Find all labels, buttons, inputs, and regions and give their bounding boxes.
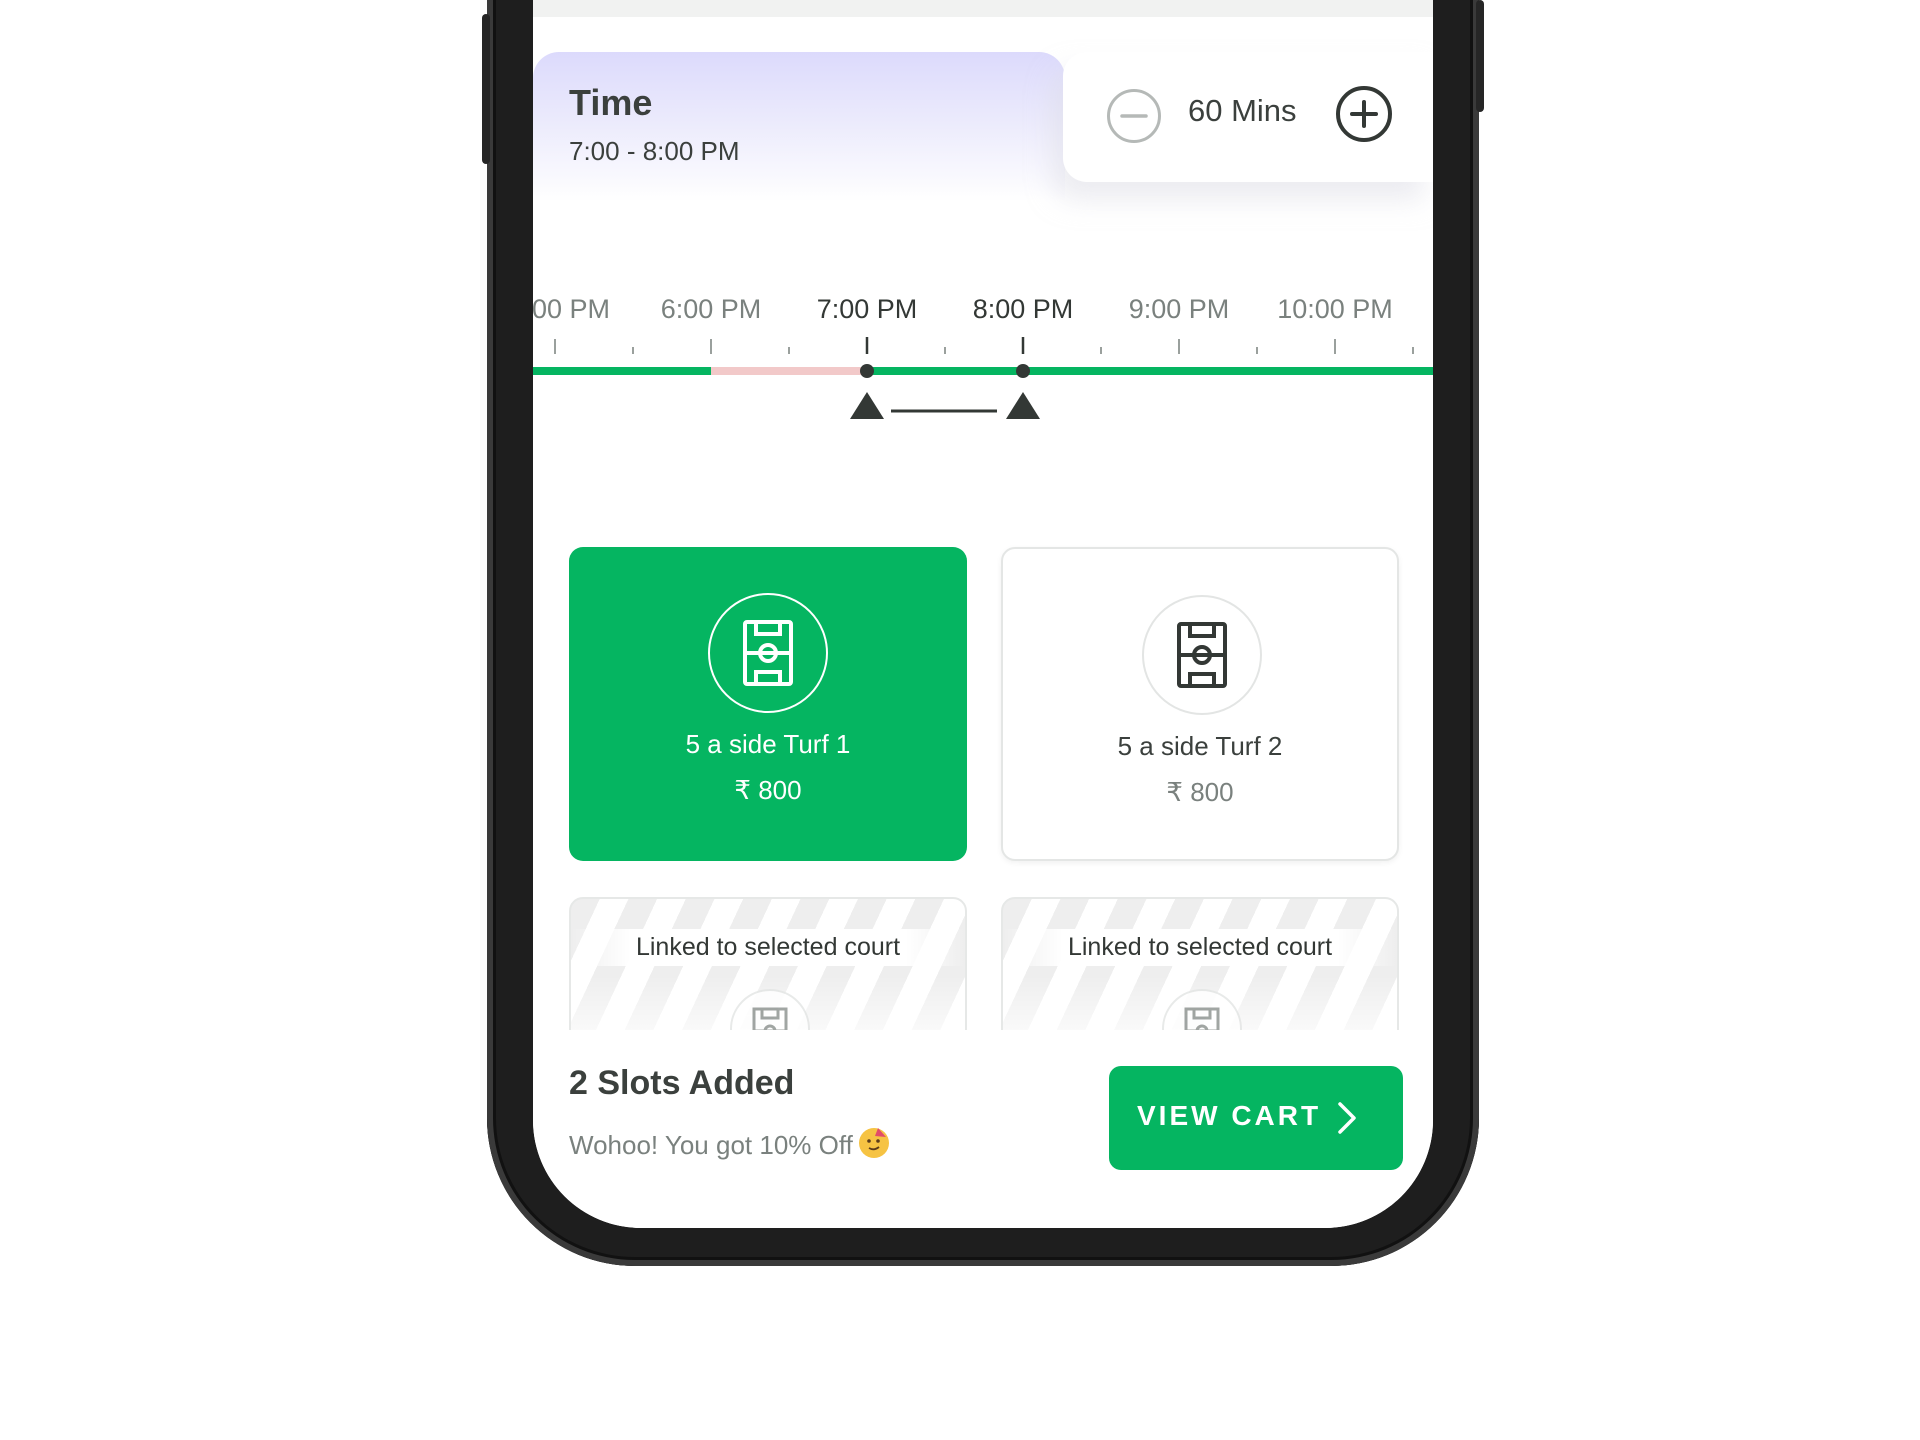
cart-summary-bar: 2 Slots Added Wohoo! You got 10% Off VIE… bbox=[533, 1030, 1433, 1228]
range-start-handle-icon bbox=[850, 392, 884, 419]
phone-side-button-left bbox=[482, 14, 490, 164]
linked-court-label: Linked to selected court bbox=[1003, 929, 1397, 966]
football-field-icon bbox=[1142, 595, 1262, 715]
discount-message: Wohoo! You got 10% Off bbox=[569, 1128, 889, 1161]
party-face-icon bbox=[858, 1128, 889, 1158]
view-cart-label: VIEW CART bbox=[1137, 1100, 1322, 1131]
phone-mockup-stage: Time 7:00 - 8:00 PM 60 Mins 00 PM 6:00 P… bbox=[0, 0, 1920, 1440]
slots-added-title: 2 Slots Added bbox=[569, 1064, 795, 1102]
minus-circle-icon[interactable] bbox=[1107, 89, 1161, 143]
football-field-icon bbox=[708, 593, 828, 713]
available-segment bbox=[533, 367, 711, 375]
time-title: Time bbox=[569, 82, 653, 123]
timeline-track bbox=[533, 337, 1433, 419]
turf-price: ₹ 800 bbox=[1166, 777, 1234, 807]
phone-side-button-right bbox=[1476, 0, 1484, 112]
range-start-dot bbox=[860, 364, 874, 378]
time-range: 7:00 - 8:00 PM bbox=[569, 136, 740, 166]
range-end-dot bbox=[1016, 364, 1030, 378]
linked-court-label: Linked to selected court bbox=[571, 929, 965, 966]
turf-card-1[interactable]: 5 a side Turf 1 ₹ 800 bbox=[569, 547, 967, 861]
top-strip bbox=[533, 0, 1433, 17]
time-header-card bbox=[533, 52, 1065, 202]
chevron-right-icon bbox=[1338, 1102, 1356, 1134]
duration-value: 60 Mins bbox=[1188, 93, 1297, 128]
turf-name: 5 a side Turf 2 bbox=[1117, 731, 1283, 761]
discount-text: Wohoo! You got 10% Off bbox=[569, 1130, 853, 1160]
booked-segment bbox=[711, 367, 867, 375]
plus-circle-icon[interactable] bbox=[1336, 86, 1392, 142]
time-slot-timeline[interactable]: 00 PM 6:00 PM 7:00 PM 8:00 PM 9:00 PM 10… bbox=[533, 270, 1433, 450]
app-screen: Time 7:00 - 8:00 PM 60 Mins 00 PM 6:00 P… bbox=[533, 0, 1433, 1228]
available-segment bbox=[867, 367, 1433, 375]
turf-card-2[interactable]: 5 a side Turf 2 ₹ 800 bbox=[1001, 547, 1399, 861]
turf-name: 5 a side Turf 1 bbox=[685, 729, 851, 759]
range-end-handle-icon bbox=[1006, 392, 1040, 419]
turf-price: ₹ 800 bbox=[734, 775, 802, 805]
view-cart-button[interactable]: VIEW CART bbox=[1109, 1066, 1403, 1170]
